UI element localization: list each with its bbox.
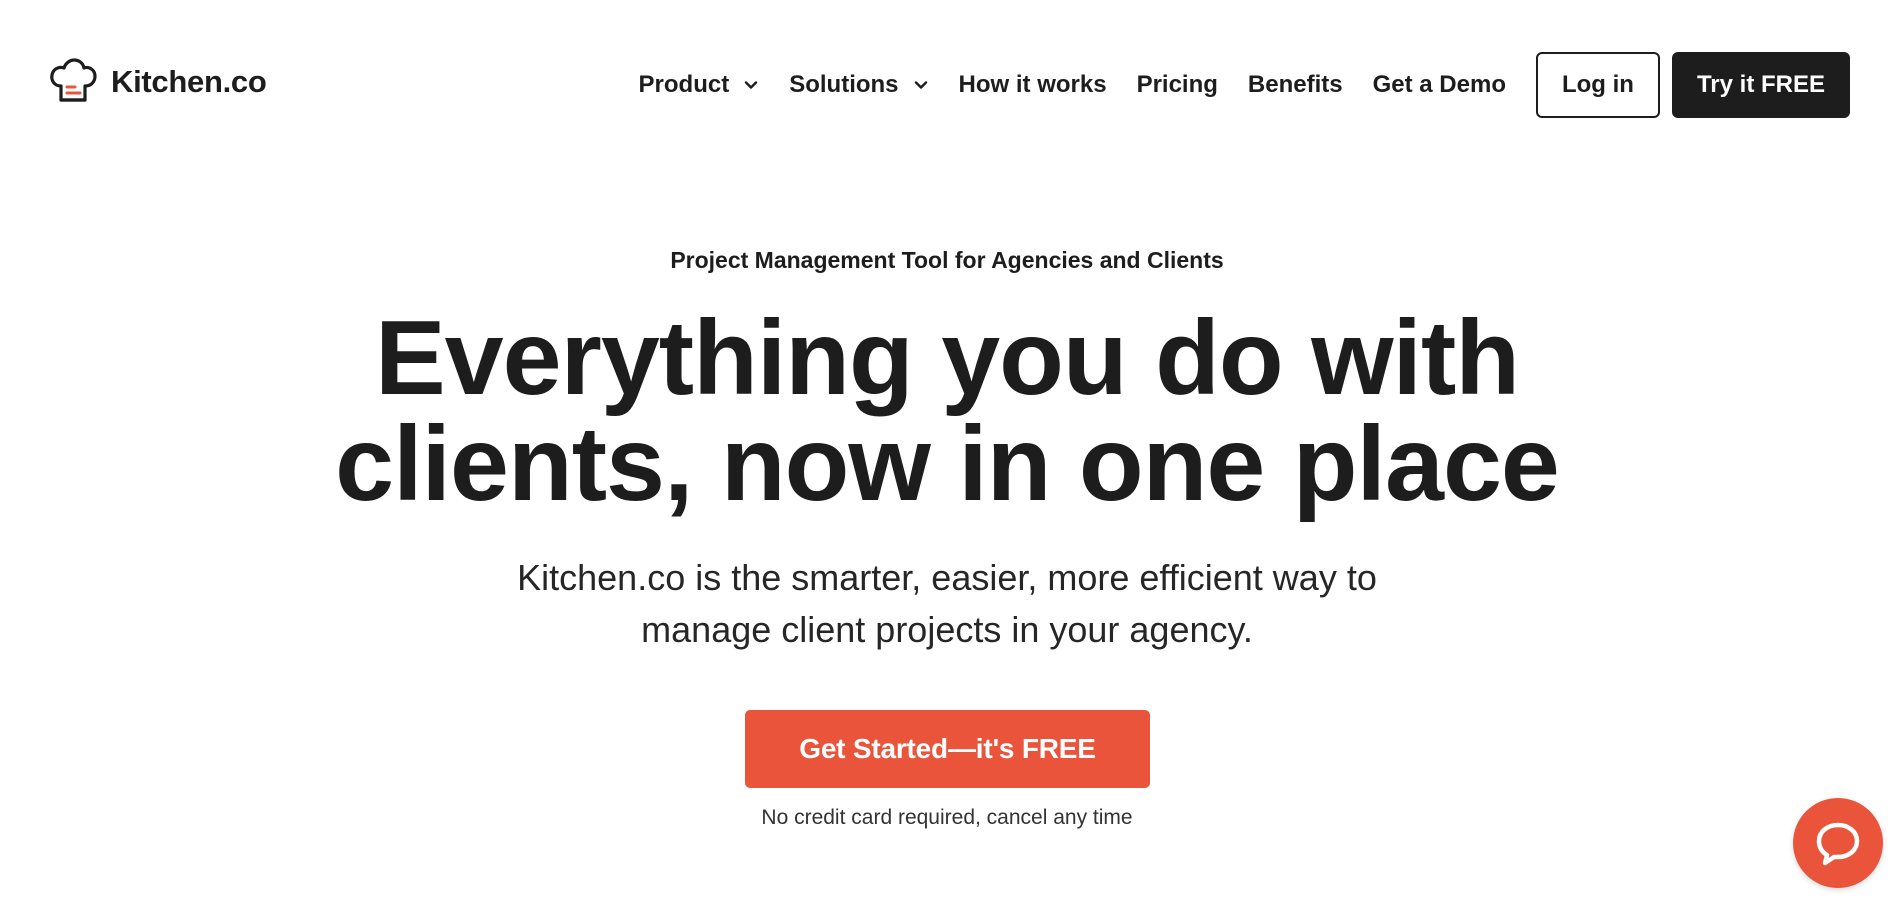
get-started-button[interactable]: Get Started—it's FREE — [745, 710, 1150, 788]
try-free-button[interactable]: Try it FREE — [1671, 52, 1850, 118]
nav-item-label: Solutions — [789, 71, 899, 98]
nav-item-product[interactable]: Product — [639, 71, 760, 99]
hero-headline-line-2: clients, now in one place — [335, 405, 1560, 523]
nav-item-label: Product — [638, 71, 730, 98]
chevron-down-icon — [914, 81, 927, 89]
chat-bubble-icon — [1816, 822, 1860, 866]
hero-subtitle: Kitchen.co is the smarter, easier, more … — [0, 552, 1894, 656]
cta-note: No credit card required, cancel any time — [761, 806, 1133, 829]
hero-eyebrow: Project Management Tool for Agencies and… — [670, 247, 1224, 273]
hero-subtitle-line-2: manage client projects in your agency. — [641, 609, 1253, 650]
nav-item-get-a-demo[interactable]: Get a Demo — [1373, 71, 1506, 99]
nav-item-how-it-works[interactable]: How it works — [959, 71, 1107, 99]
nav-item-pricing[interactable]: Pricing — [1137, 71, 1218, 99]
brand-name: Kitchen.co — [111, 64, 267, 99]
nav-item-label: Get a Demo — [1372, 71, 1506, 98]
nav-item-solutions[interactable]: Solutions — [789, 71, 928, 99]
main-nav: Product Solutions How it works Pricing B… — [639, 52, 1850, 118]
hero-headline: Everything you do with clients, now in o… — [0, 305, 1894, 517]
nav-item-label: Pricing — [1136, 71, 1218, 98]
nav-item-benefits[interactable]: Benefits — [1248, 71, 1343, 99]
hero-subtitle-line-1: Kitchen.co is the smarter, easier, more … — [517, 557, 1377, 598]
site-header: Kitchen.co Product Solutions How it work… — [0, 0, 1894, 170]
brand-logo-link[interactable]: Kitchen.co — [47, 56, 267, 108]
chef-hat-icon — [50, 58, 97, 102]
nav-item-label: How it works — [958, 71, 1107, 98]
chat-widget-button[interactable] — [1793, 798, 1883, 888]
hero-headline-line-1: Everything you do with — [374, 299, 1520, 417]
nav-item-label: Benefits — [1247, 71, 1343, 98]
chevron-down-icon — [745, 81, 758, 89]
login-button[interactable]: Log in — [1535, 52, 1660, 118]
